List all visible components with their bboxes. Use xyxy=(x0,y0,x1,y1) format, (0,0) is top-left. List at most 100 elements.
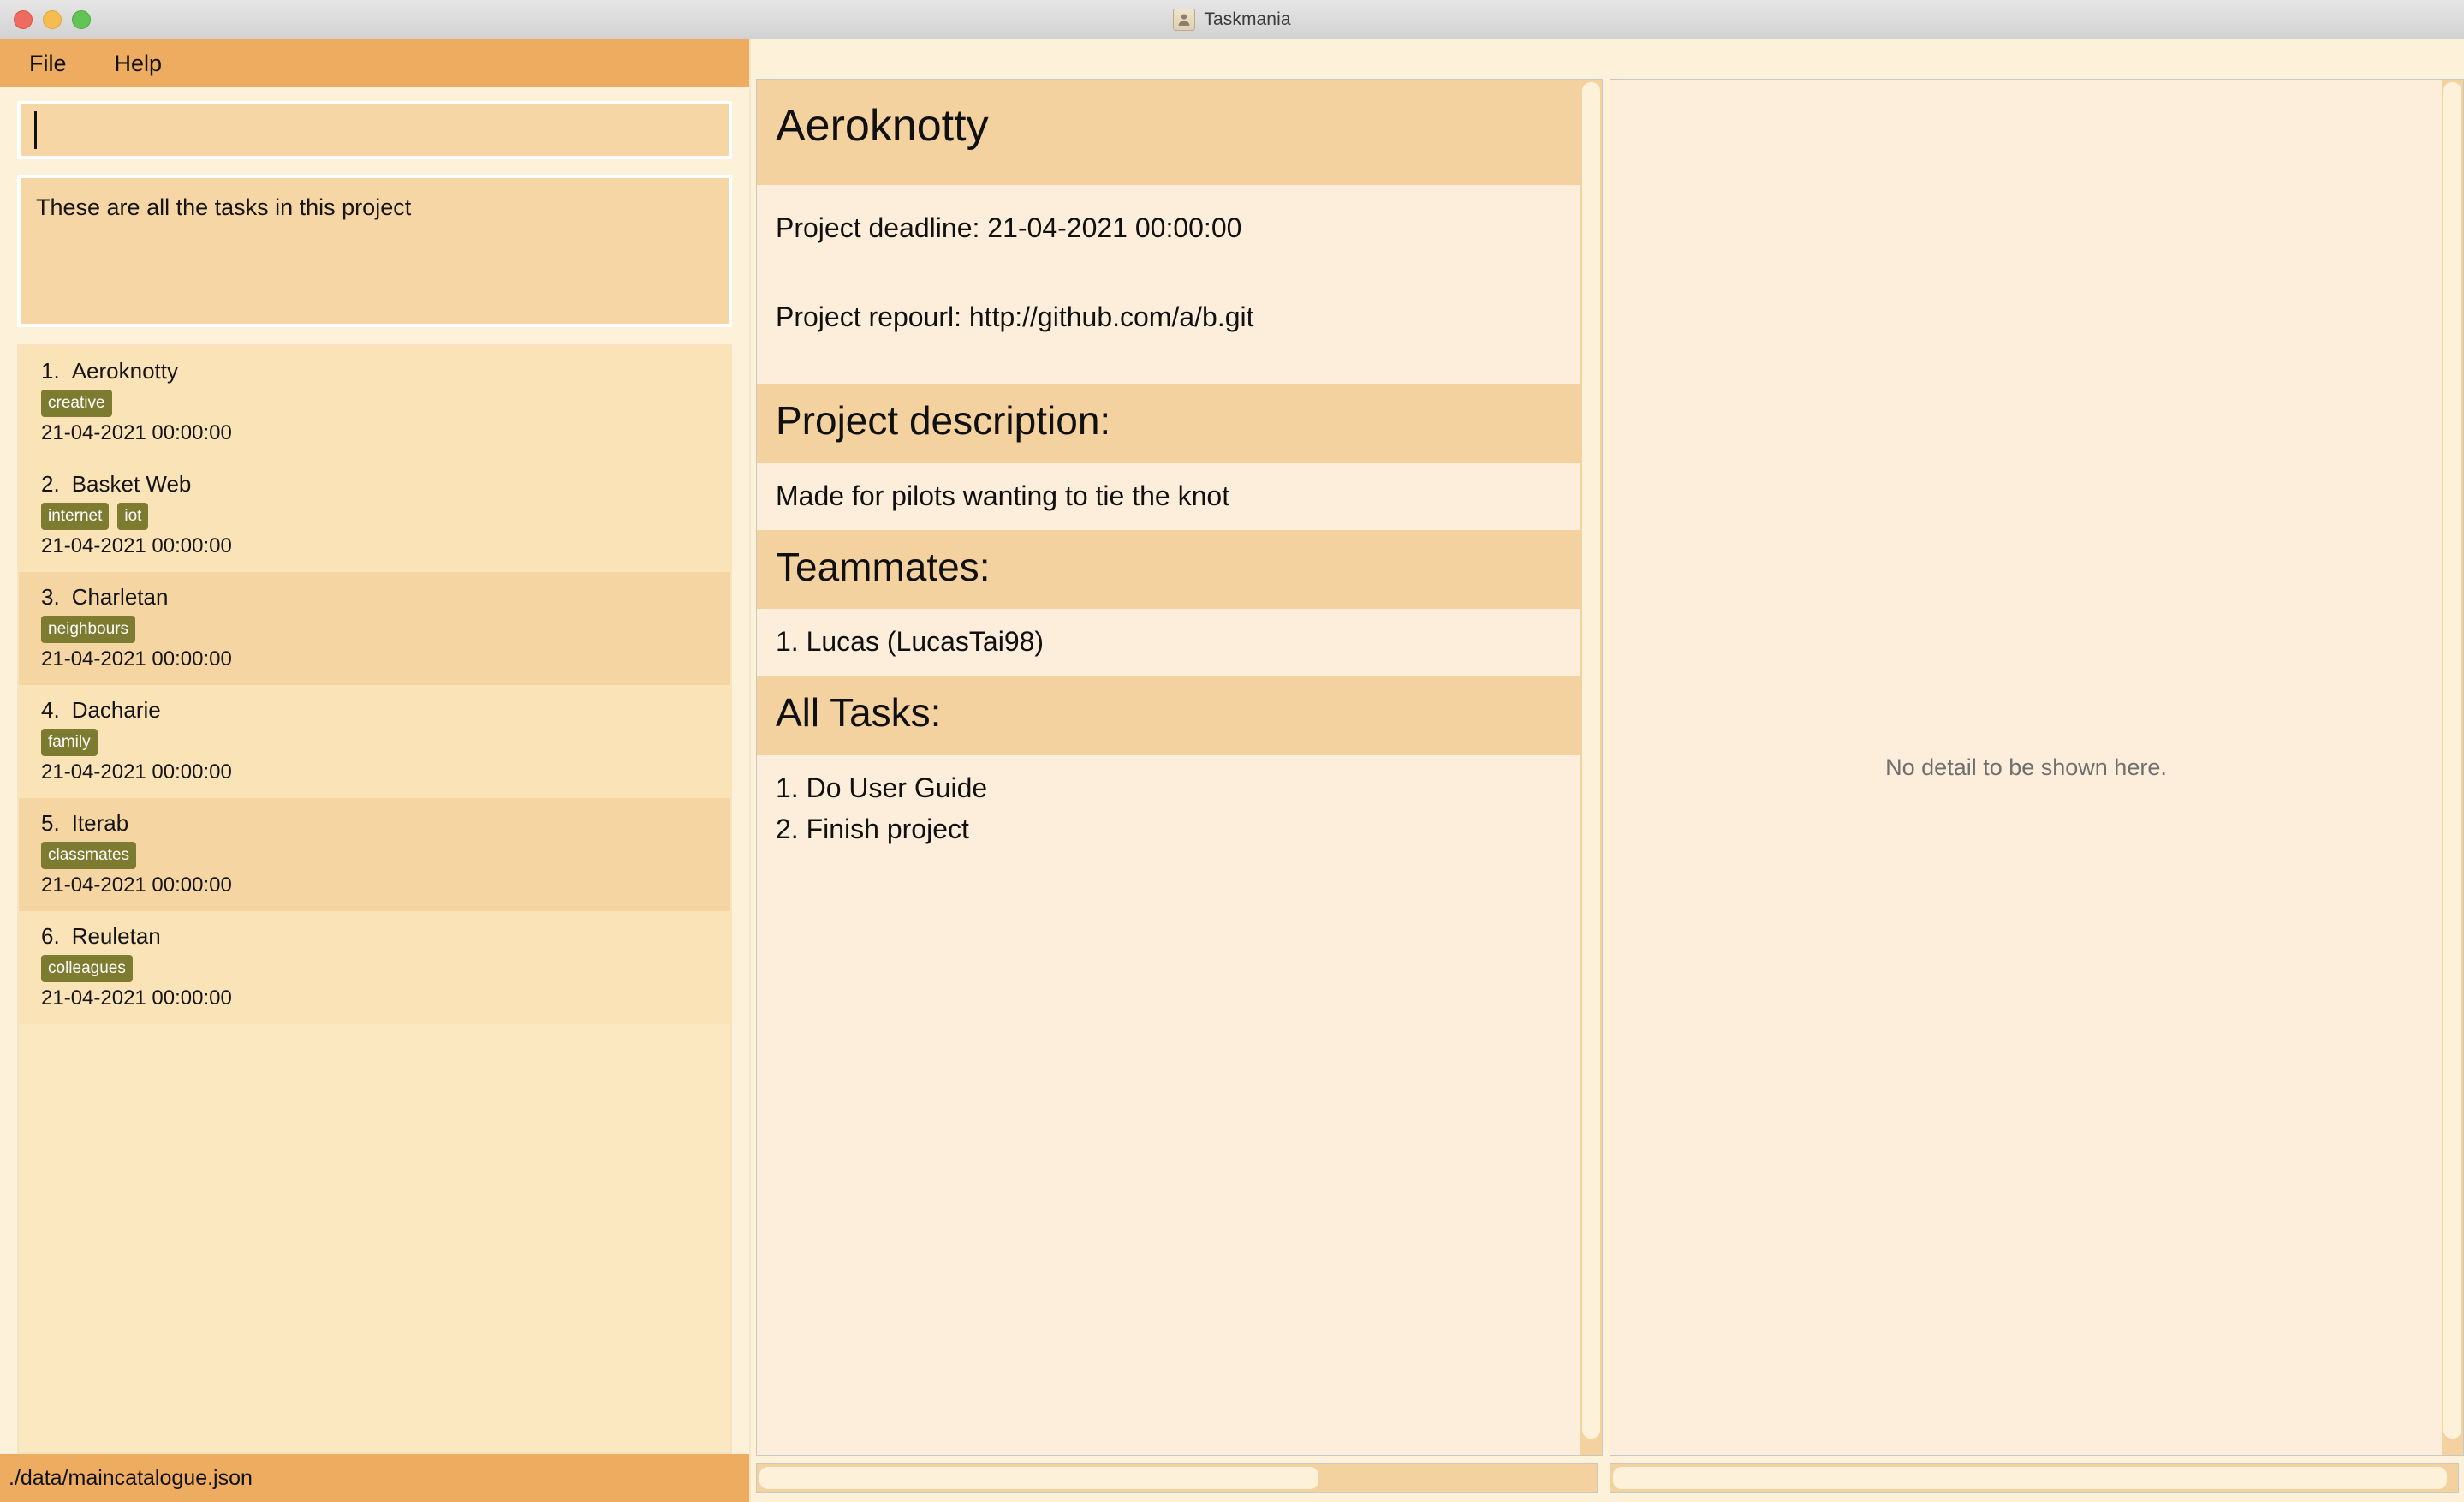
task-item-title: 4. Dacharie xyxy=(41,697,708,724)
detail-scroll-pane: Aeroknotty Project deadline: 21-04-2021 … xyxy=(756,79,1580,1456)
task-item-date: 21-04-2021 00:00:00 xyxy=(41,986,232,1010)
task-item-date: 21-04-2021 00:00:00 xyxy=(41,873,232,897)
task-tag: classmates xyxy=(41,842,137,869)
secondary-detail-inner: No detail to be shown here. xyxy=(1610,79,2464,1456)
detail-title-header: Aeroknotty xyxy=(757,80,1580,186)
detail-description-text: Made for pilots wanting to tie the knot xyxy=(776,480,1230,511)
window-title-group: Taskmania xyxy=(1173,8,1291,31)
task-list-item[interactable]: 4. Dacharie family 21-04-2021 00:00:00 xyxy=(19,685,730,798)
main-body: File Help These are all the tasks in thi… xyxy=(0,39,2464,1502)
detail-task-item: 1. Do User Guide xyxy=(776,772,988,803)
task-item-title: 3. Charletan xyxy=(41,584,708,611)
detail-vertical-scrollbar-thumb[interactable] xyxy=(1582,82,1600,1439)
task-list-item[interactable]: 3. Charletan neighbours 21-04-2021 00:00:00 xyxy=(19,572,730,685)
task-item-title: 6. Reuletan xyxy=(41,923,708,950)
detail-teammates-body: 1. Lucas (LucasTai98) xyxy=(757,609,1580,676)
close-window-button[interactable] xyxy=(14,10,33,29)
detail-task-item: 2. Finish project xyxy=(776,813,969,844)
application-window: Taskmania File Help These are all the ta… xyxy=(0,0,2464,1502)
task-item-tags: classmates xyxy=(41,842,708,869)
menu-item-help[interactable]: Help xyxy=(115,51,163,77)
detail-deadline: Project deadline: 21-04-2021 00:00:00 xyxy=(776,212,1242,244)
window-controls xyxy=(14,0,91,39)
menu-item-file[interactable]: File xyxy=(29,51,67,77)
task-item-name: Basket Web xyxy=(71,471,192,497)
secondary-vertical-scrollbar[interactable] xyxy=(2442,79,2464,1456)
task-item-tags: family xyxy=(41,729,708,756)
task-tag: neighbours xyxy=(41,616,136,643)
detail-panel: Aeroknotty Project deadline: 21-04-2021 … xyxy=(751,39,1603,1502)
secondary-hscroll-area xyxy=(1610,1456,2464,1502)
task-item-name: Reuletan xyxy=(71,923,161,949)
task-list[interactable]: 1. Aeroknotty creative 21-04-2021 00:00:00 2… xyxy=(17,344,732,1454)
detail-tasks-heading: All Tasks: xyxy=(776,690,942,736)
secondary-horizontal-scrollbar[interactable] xyxy=(1610,1463,2459,1493)
task-list-item[interactable]: 1. Aeroknotty creative 21-04-2021 00:00:00 xyxy=(19,346,730,459)
task-item-index: 4. xyxy=(41,697,60,723)
task-list-item[interactable]: 2. Basket Web internet iot 21-04-2021 00:00:… xyxy=(19,459,730,572)
detail-panel-inner: Aeroknotty Project deadline: 21-04-2021 … xyxy=(751,79,1603,1456)
task-tag: creative xyxy=(41,390,112,417)
task-item-tags: creative xyxy=(41,390,708,417)
project-note-area: These are all the tasks in this project xyxy=(0,159,749,327)
teammate-item: 1. Lucas (LucasTai98) xyxy=(776,626,1045,658)
detail-description-header: Project description: xyxy=(757,384,1580,463)
detail-description-heading: Project description: xyxy=(776,398,1111,444)
task-item-tags: colleagues xyxy=(41,955,708,982)
maximize-window-button[interactable] xyxy=(72,10,91,29)
task-tag: internet xyxy=(41,503,110,530)
task-item-date: 21-04-2021 00:00:00 xyxy=(41,421,232,444)
status-bar-path: ./data/maincatalogue.json xyxy=(9,1465,253,1490)
detail-teammates-heading: Teammates: xyxy=(776,544,991,589)
task-item-title: 1. Aeroknotty xyxy=(41,358,708,384)
task-item-date: 21-04-2021 00:00:00 xyxy=(41,647,232,671)
detail-repourl: Project repourl: http://github.com/a/b.g… xyxy=(776,301,1254,333)
task-item-name: Dacharie xyxy=(71,697,161,723)
task-tag: iot xyxy=(117,503,149,530)
window-title: Taskmania xyxy=(1204,9,1291,29)
task-tag: colleagues xyxy=(41,955,133,982)
task-item-index: 5. xyxy=(41,810,60,836)
task-list-item[interactable]: 6. Reuletan colleagues 21-04-2021 00:00:00 xyxy=(19,911,730,1024)
project-note-text: These are all the tasks in this project xyxy=(36,194,412,220)
secondary-detail-panel: No detail to be shown here. xyxy=(1603,39,2464,1502)
detail-meta-section: Project deadline: 21-04-2021 00:00:00 Pr… xyxy=(757,185,1580,384)
detail-tasks-header: All Tasks: xyxy=(757,676,1580,755)
task-item-name: Charletan xyxy=(71,584,169,610)
task-item-tags: neighbours xyxy=(41,616,708,643)
empty-state-message: No detail to be shown here. xyxy=(1885,754,2167,780)
contact-card-icon xyxy=(1173,8,1196,31)
secondary-vertical-scrollbar-thumb[interactable] xyxy=(2443,82,2461,1439)
detail-horizontal-scrollbar[interactable] xyxy=(756,1463,1598,1493)
task-item-date: 21-04-2021 00:00:00 xyxy=(41,534,232,557)
task-list-item[interactable]: 5. Iterab classmates 21-04-2021 00:00:00 xyxy=(19,798,730,911)
detail-vertical-scrollbar[interactable] xyxy=(1580,79,1603,1456)
window-titlebar: Taskmania xyxy=(0,0,2464,39)
search-area xyxy=(0,87,749,159)
detail-horizontal-scrollbar-thumb[interactable] xyxy=(759,1467,1319,1489)
task-item-index: 6. xyxy=(41,923,60,949)
task-item-title: 5. Iterab xyxy=(41,810,708,837)
task-item-index: 1. xyxy=(41,358,60,384)
menu-bar: File Help xyxy=(0,39,749,87)
secondary-horizontal-scrollbar-thumb[interactable] xyxy=(1613,1467,2448,1489)
task-item-name: Aeroknotty xyxy=(71,358,178,384)
detail-title: Aeroknotty xyxy=(776,101,989,151)
status-bar: ./data/maincatalogue.json xyxy=(0,1454,749,1502)
left-sidebar: File Help These are all the tasks in thi… xyxy=(0,39,751,1502)
task-item-tags: internet iot xyxy=(41,503,708,530)
project-note-box[interactable]: These are all the tasks in this project xyxy=(17,175,732,327)
detail-hscroll-area xyxy=(751,1456,1603,1502)
task-item-name: Iterab xyxy=(71,810,129,836)
minimize-window-button[interactable] xyxy=(43,10,62,29)
text-cursor xyxy=(34,111,37,149)
task-item-index: 2. xyxy=(41,471,60,497)
detail-tasks-body: 1. Do User Guide 2. Finish project xyxy=(757,754,1580,1455)
task-item-index: 3. xyxy=(41,584,60,610)
secondary-detail-scroll-pane: No detail to be shown here. xyxy=(1610,79,2442,1456)
detail-teammates-header: Teammates: xyxy=(757,529,1580,610)
detail-description-body: Made for pilots wanting to tie the knot xyxy=(757,462,1580,530)
task-item-title: 2. Basket Web xyxy=(41,471,708,498)
task-item-date: 21-04-2021 00:00:00 xyxy=(41,760,232,784)
search-input[interactable] xyxy=(17,101,732,159)
